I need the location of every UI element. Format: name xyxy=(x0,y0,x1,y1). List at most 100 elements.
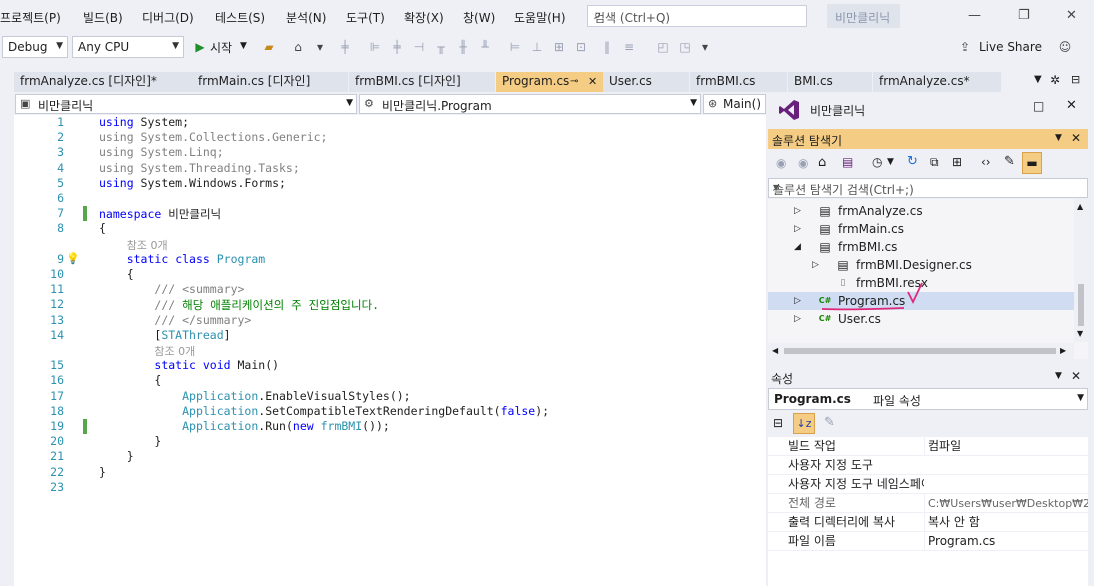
play-icon[interactable]: ▶ xyxy=(193,40,207,54)
live-share-button[interactable]: Live Share xyxy=(979,40,1042,54)
code-editor[interactable]: 1 using System; 2 using System.Collections.… xyxy=(14,115,766,586)
preview-icon[interactable]: ⊟ xyxy=(1071,73,1080,86)
property-row[interactable]: 빌드 작업 컴파일 xyxy=(768,437,1088,456)
code-line[interactable]: 참조 0개 xyxy=(14,343,766,358)
menu-project[interactable]: 프로젝트(P) xyxy=(0,9,61,26)
code-line[interactable]: 3 using System.Linq; xyxy=(14,145,766,160)
code-line[interactable]: 10 { xyxy=(14,267,766,282)
collapsed-icon[interactable]: ▷ xyxy=(794,202,801,220)
expanded-icon[interactable]: ◢ xyxy=(794,238,801,256)
menu-build[interactable]: 빌드(B) xyxy=(83,9,123,26)
menu-help[interactable]: 도움말(H) xyxy=(514,9,566,26)
code-line[interactable]: 6 xyxy=(14,191,766,206)
code-line[interactable]: 참조 0개 xyxy=(14,237,766,252)
close-icon[interactable]: ✕ xyxy=(1066,98,1077,113)
project-dropdown[interactable]: ▣ 비만클리닉 ▼ xyxy=(15,94,357,114)
tree-item[interactable]: ▷ ▤ frmBMI.Designer.cs xyxy=(768,256,1074,274)
code-line[interactable]: 19 Application.Run(new frmBMI()); xyxy=(14,419,766,434)
pin-icon[interactable]: ⊸ xyxy=(570,72,578,91)
property-value[interactable]: Program.cs xyxy=(924,532,1088,551)
scroll-left-icon[interactable]: ◀ xyxy=(772,346,778,355)
property-value[interactable]: 복사 안 함 xyxy=(924,513,1088,532)
type-dropdown[interactable]: ⚙ 비만클리닉.Program ▼ xyxy=(359,94,701,114)
chevron-down-icon[interactable]: ▼ xyxy=(1055,133,1062,143)
close-icon[interactable]: ✕ xyxy=(588,72,597,91)
menu-tools[interactable]: 도구(T) xyxy=(346,9,385,26)
home-icon[interactable]: ⌂ xyxy=(818,155,826,170)
tab-frmbmi[interactable]: frmBMI.cs xyxy=(690,72,787,92)
property-row[interactable]: 전체 경로 C:₩Users₩user₩Desktop₩2일 xyxy=(768,494,1088,513)
code-line[interactable]: 13 /// </summary> xyxy=(14,313,766,328)
feedback-icon[interactable]: ☺ xyxy=(1058,40,1072,54)
code-line[interactable]: 2 using System.Collections.Generic; xyxy=(14,130,766,145)
code-line[interactable]: 22} xyxy=(14,465,766,480)
scroll-thumb[interactable] xyxy=(1078,284,1084,326)
browser-icon[interactable]: ⌂ xyxy=(291,40,305,54)
code-line[interactable]: 17 Application.EnableVisualStyles(); xyxy=(14,389,766,404)
tab-program[interactable]: Program.cs ⊸ ✕ xyxy=(496,72,603,92)
property-row[interactable]: 파일 이름 Program.cs xyxy=(768,532,1088,551)
property-row[interactable]: 출력 디렉터리에 복사 복사 안 함 xyxy=(768,513,1088,532)
close-icon[interactable]: ✕ xyxy=(1071,131,1081,145)
tree-item[interactable]: ▷ ▤ frmAnalyze.cs xyxy=(768,202,1074,220)
alphabetical-icon[interactable]: ↓z xyxy=(793,413,815,434)
scroll-up-icon[interactable]: ▲ xyxy=(1077,202,1083,211)
platform-select[interactable]: Any CPU ▼ xyxy=(72,36,184,58)
code-line[interactable]: 18 Application.SetCompatibleTextRenderin… xyxy=(14,404,766,419)
tab-frmanalyze-designer[interactable]: frmAnalyze.cs [디자인]* xyxy=(14,72,192,92)
more-icon[interactable]: ▾ xyxy=(698,40,712,54)
start-button[interactable]: 시작 xyxy=(210,39,232,56)
code-line[interactable]: 20 } xyxy=(14,434,766,449)
tab-bmi[interactable]: BMI.cs xyxy=(788,72,872,92)
gear-icon[interactable]: ✲ xyxy=(1050,73,1060,87)
code-line[interactable]: 16 { xyxy=(14,373,766,388)
scroll-down-icon[interactable]: ▼ xyxy=(1077,329,1083,338)
properties-object-select[interactable]: Program.cs 파일 속성 ▼ xyxy=(768,388,1088,410)
chevron-down-icon[interactable]: ▼ xyxy=(887,157,894,167)
menu-window[interactable]: 창(W) xyxy=(463,9,495,26)
collapse-all-icon[interactable]: ⧉ xyxy=(930,155,939,170)
more-icon[interactable]: ▾ xyxy=(313,40,327,54)
tree-item[interactable]: ▷ ▤ frmMain.cs xyxy=(768,220,1074,238)
share-icon[interactable]: ⇪ xyxy=(958,40,972,54)
tab-user[interactable]: User.cs xyxy=(603,72,689,92)
preview-selected-icon[interactable]: ▬ xyxy=(1022,152,1042,174)
config-select[interactable]: Debug ▼ xyxy=(2,36,68,58)
code-line[interactable]: 14 [STAThread] xyxy=(14,328,766,343)
collapsed-icon[interactable]: ▷ xyxy=(794,220,801,238)
code-line[interactable]: 9 💡 static class Program xyxy=(14,252,766,267)
minimize-icon[interactable]: — xyxy=(968,8,981,23)
pending-changes-icon[interactable]: ◷ xyxy=(872,155,882,169)
properties-wrench-icon[interactable]: ✎ xyxy=(1004,154,1015,169)
chevron-down-icon[interactable]: ▼ xyxy=(773,183,1083,192)
close-icon[interactable]: ✕ xyxy=(1071,369,1081,383)
folder-icon[interactable]: ▰ xyxy=(262,40,276,54)
menu-debug[interactable]: 디버그(D) xyxy=(142,9,194,26)
solution-explorer-search[interactable]: 솔루션 탐색기 검색(Ctrl+;) ⌕ ▼ xyxy=(768,178,1088,198)
code-line[interactable]: 15 static void Main() xyxy=(14,358,766,373)
switch-views-icon[interactable]: ▤ xyxy=(842,155,853,169)
menu-analyze[interactable]: 분석(N) xyxy=(286,9,326,26)
property-row[interactable]: 사용자 지정 도구 네임스페이스 xyxy=(768,475,1088,494)
scroll-thumb[interactable] xyxy=(784,348,1056,354)
back-icon[interactable]: ◉ xyxy=(776,156,786,170)
tab-frmbmi-designer[interactable]: frmBMI.cs [디자인] xyxy=(349,72,495,92)
code-line[interactable]: 7 namespace 비만클리닉 xyxy=(14,206,766,222)
categorized-icon[interactable]: ⊟ xyxy=(773,416,783,430)
tab-list-icon[interactable]: ▼ xyxy=(1034,74,1042,85)
search-input[interactable]: 검색 (Ctrl+Q) ⌕ xyxy=(587,5,807,27)
tab-frmmain-designer[interactable]: frmMain.cs [디자인] xyxy=(192,72,348,92)
code-line[interactable]: 1 using System; xyxy=(14,115,766,130)
code-line[interactable]: 8{ xyxy=(14,221,766,236)
lightbulb-icon[interactable]: 💡 xyxy=(66,252,80,265)
forward-icon[interactable]: ◉ xyxy=(798,156,808,170)
horizontal-scrollbar[interactable]: ◀ ▶ xyxy=(768,343,1074,359)
vertical-scrollbar[interactable]: ▲ ▼ xyxy=(1074,199,1088,342)
tab-frmanalyze[interactable]: frmAnalyze.cs* xyxy=(873,72,1001,92)
chevron-down-icon[interactable]: ▼ xyxy=(240,41,247,51)
member-dropdown[interactable]: ⊛ Main() xyxy=(703,94,766,114)
code-line[interactable]: 23 xyxy=(14,480,766,495)
code-line[interactable]: 11 /// <summary> xyxy=(14,282,766,297)
code-line[interactable]: 21 } xyxy=(14,449,766,464)
code-line[interactable]: 12 /// 해당 애플리케이션의 주 진입점입니다. xyxy=(14,297,766,312)
